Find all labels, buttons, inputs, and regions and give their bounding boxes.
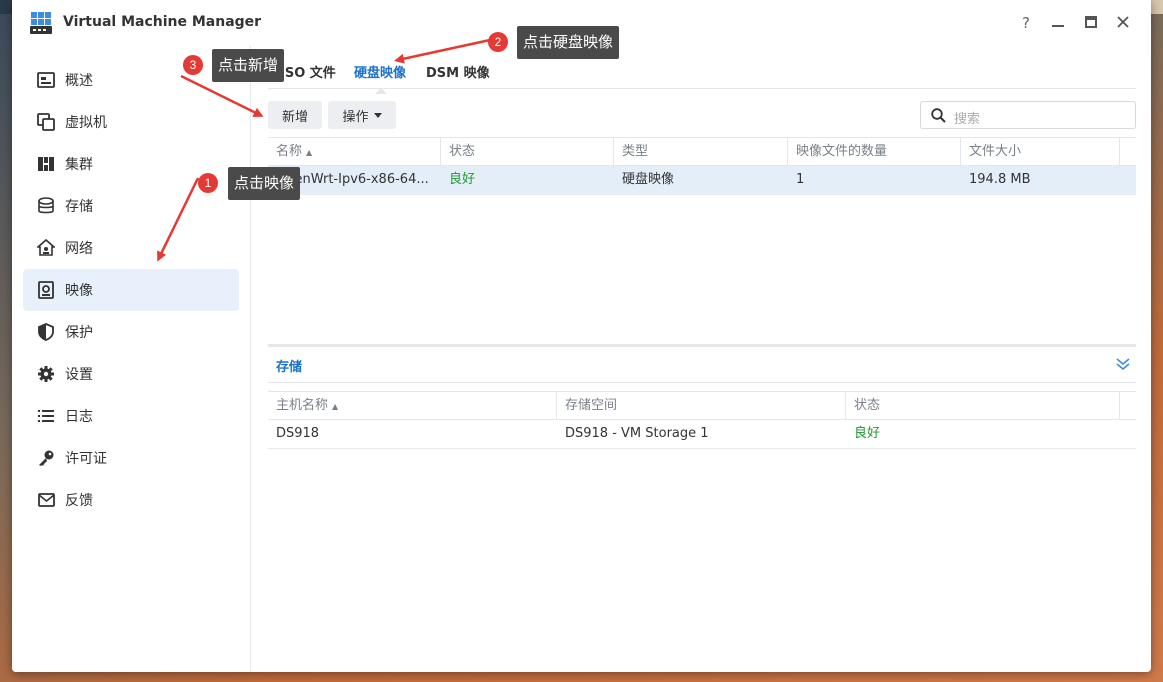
tab-disk-image[interactable]: 硬盘映像 bbox=[354, 62, 406, 81]
active-tab-indicator bbox=[375, 88, 387, 94]
vmm-window: Virtual Machine Manager ? 概述 虚拟机 集群 存储 网… bbox=[12, 0, 1151, 672]
sidebar-item-image[interactable]: 映像 bbox=[23, 269, 239, 311]
storage-icon bbox=[37, 197, 55, 215]
cell-status: 良好 bbox=[449, 172, 476, 187]
column-header-storage-status[interactable]: 状态 bbox=[846, 392, 1120, 420]
minimize-icon bbox=[1052, 25, 1064, 27]
maximize-button[interactable] bbox=[1080, 12, 1102, 34]
close-button[interactable] bbox=[1112, 12, 1134, 34]
sort-asc-icon: ▲ bbox=[332, 402, 339, 411]
column-header-name[interactable]: 名称 ▲ bbox=[268, 138, 441, 166]
sidebar-item-label: 概述 bbox=[65, 73, 93, 89]
vmm-app-icon bbox=[30, 12, 52, 34]
sidebar-item-network[interactable]: 网络 bbox=[23, 227, 239, 269]
minimize-button[interactable] bbox=[1047, 12, 1069, 34]
sidebar-item-overview[interactable]: 概述 bbox=[23, 59, 239, 101]
virtual-machine-icon bbox=[37, 113, 55, 131]
cell-storage-status: 良好 bbox=[854, 426, 881, 441]
cluster-icon bbox=[37, 155, 55, 173]
sidebar-item-label: 保护 bbox=[65, 325, 93, 341]
column-header-host[interactable]: 主机名称 ▲ bbox=[268, 392, 557, 420]
search-input[interactable]: 搜索 bbox=[920, 101, 1136, 129]
log-icon bbox=[37, 407, 55, 425]
column-header-volume[interactable]: 存储空间 bbox=[557, 392, 846, 420]
table-row[interactable]: OpenWrt-Ipv6-x86-64... 良好 硬盘映像 1 194.8 M… bbox=[268, 166, 1136, 195]
action-label: 操作 bbox=[342, 109, 369, 125]
annotation-badge-3: 3 bbox=[183, 55, 203, 75]
cell-size: 194.8 MB bbox=[969, 172, 1031, 187]
tab-dsm-image[interactable]: DSM 映像 bbox=[426, 62, 490, 81]
storage-panel-header[interactable]: 存储 bbox=[268, 344, 1136, 383]
sidebar-item-label: 设置 bbox=[65, 367, 93, 383]
feedback-icon bbox=[37, 491, 55, 509]
table-row[interactable]: DS918 DS918 - VM Storage 1 良好 bbox=[268, 420, 1136, 449]
sidebar-item-settings[interactable]: 设置 bbox=[23, 353, 239, 395]
tab-iso-files[interactable]: ISO 文件 bbox=[280, 62, 336, 81]
sidebar-item-label: 集群 bbox=[65, 157, 93, 173]
key-icon bbox=[37, 449, 55, 467]
sidebar-item-label: 映像 bbox=[65, 283, 93, 299]
storage-panel-title: 存储 bbox=[276, 360, 303, 375]
caret-down-icon bbox=[373, 112, 382, 118]
annotation-callout-3: 点击新增 bbox=[212, 49, 285, 82]
overview-icon bbox=[37, 71, 55, 89]
image-table-header: 名称 ▲ 状态 类型 映像文件的数量 文件大小 bbox=[268, 137, 1136, 166]
gear-icon bbox=[37, 365, 55, 383]
shield-icon bbox=[37, 323, 55, 341]
collapse-chevron-icon[interactable] bbox=[1116, 357, 1130, 371]
sort-asc-icon: ▲ bbox=[306, 148, 313, 157]
tab-bar: ISO 文件 硬盘映像 DSM 映像 bbox=[268, 46, 1136, 94]
sidebar: 概述 虚拟机 集群 存储 网络 映像 保护 设置 日志 许可证 反馈 bbox=[12, 46, 251, 672]
sidebar-item-virtual-machine[interactable]: 虚拟机 bbox=[23, 101, 239, 143]
help-button[interactable]: ? bbox=[1015, 12, 1037, 34]
sidebar-item-feedback[interactable]: 反馈 bbox=[23, 479, 239, 521]
column-header-status[interactable]: 状态 bbox=[441, 138, 614, 166]
add-button[interactable]: 新增 bbox=[268, 101, 322, 129]
cell-type: 硬盘映像 bbox=[622, 172, 675, 187]
sidebar-item-label: 许可证 bbox=[65, 451, 107, 467]
annotation-badge-2: 2 bbox=[488, 32, 508, 52]
column-header-size[interactable]: 文件大小 bbox=[961, 138, 1120, 166]
close-icon bbox=[1117, 16, 1129, 28]
network-icon bbox=[37, 239, 55, 257]
search-placeholder: 搜索 bbox=[954, 112, 981, 127]
cell-host: DS918 bbox=[276, 426, 320, 441]
sidebar-item-label: 虚拟机 bbox=[65, 115, 107, 131]
annotation-callout-2: 点击硬盘映像 bbox=[517, 26, 620, 59]
sidebar-item-protection[interactable]: 保护 bbox=[23, 311, 239, 353]
sidebar-item-log[interactable]: 日志 bbox=[23, 395, 239, 437]
search-icon bbox=[931, 108, 946, 123]
storage-table-header: 主机名称 ▲ 存储空间 状态 bbox=[268, 391, 1136, 420]
cell-volume: DS918 - VM Storage 1 bbox=[565, 426, 709, 441]
annotation-badge-1: 1 bbox=[198, 173, 218, 193]
sidebar-item-label: 反馈 bbox=[65, 493, 93, 509]
sidebar-item-label: 日志 bbox=[65, 409, 93, 425]
sidebar-item-label: 网络 bbox=[65, 241, 93, 257]
sidebar-item-license[interactable]: 许可证 bbox=[23, 437, 239, 479]
column-header-type[interactable]: 类型 bbox=[614, 138, 788, 166]
main-content: ISO 文件 硬盘映像 DSM 映像 新增 操作 搜索 名称 ▲ 状态 类型 映像… bbox=[252, 46, 1151, 672]
cell-count: 1 bbox=[796, 172, 805, 187]
window-title: Virtual Machine Manager bbox=[63, 14, 262, 30]
action-dropdown-button[interactable]: 操作 bbox=[328, 101, 396, 129]
maximize-icon bbox=[1085, 16, 1097, 28]
image-icon bbox=[37, 281, 55, 299]
annotation-callout-1: 点击映像 bbox=[228, 167, 301, 200]
sidebar-item-label: 存储 bbox=[65, 199, 93, 215]
column-header-count[interactable]: 映像文件的数量 bbox=[788, 138, 961, 166]
